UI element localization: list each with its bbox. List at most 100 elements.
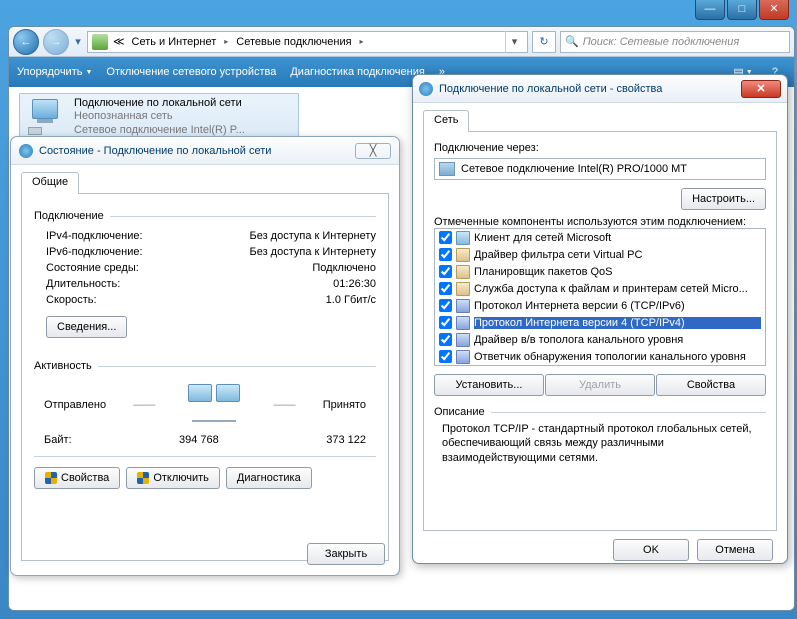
component-label: Ответчик обнаружения топологии канальног…: [474, 351, 761, 363]
breadcrumb-item-connections[interactable]: Сетевые подключения: [234, 36, 353, 48]
properties-titlebar[interactable]: Подключение по локальной сети - свойства…: [413, 75, 787, 103]
breadcrumb-dropdown[interactable]: ▾: [505, 31, 523, 53]
component-row[interactable]: Протокол Интернета версии 6 (TCP/IPv6): [435, 297, 765, 314]
maximize-icon: □: [739, 4, 746, 15]
group-connection-label: Подключение: [34, 210, 104, 222]
proto-icon: [456, 333, 470, 347]
diagnose-button[interactable]: Диагностика: [226, 467, 312, 489]
tab-general[interactable]: Общие: [21, 172, 79, 194]
organize-menu[interactable]: Упорядочить▼: [17, 66, 92, 78]
search-icon: 🔍: [565, 35, 579, 48]
component-checkbox[interactable]: [439, 231, 452, 244]
disable-device-button[interactable]: Отключение сетевого устройства: [106, 66, 276, 78]
adapter-field[interactable]: Сетевое подключение Intel(R) PRO/1000 MT: [434, 158, 766, 180]
components-list[interactable]: Клиент для сетей Microsoft Драйвер фильтр…: [434, 228, 766, 366]
received-label: Принято: [323, 399, 366, 411]
connect-via-label: Подключение через:: [434, 142, 766, 154]
speed-value: 1.0 Гбит/с: [326, 294, 376, 306]
close-icon: ╳: [370, 144, 377, 157]
close-icon: ✕: [756, 82, 765, 95]
status-close-button[interactable]: ╳: [355, 143, 391, 159]
component-label: Клиент для сетей Microsoft: [474, 232, 761, 244]
details-button[interactable]: Сведения...: [46, 316, 127, 338]
component-checkbox[interactable]: [439, 316, 452, 329]
status-titlebar[interactable]: Состояние - Подключение по локальной сет…: [11, 137, 399, 165]
speed-label: Скорость:: [46, 294, 97, 306]
properties-button[interactable]: Свойства: [34, 467, 120, 489]
component-row[interactable]: Клиент для сетей Microsoft: [435, 229, 765, 246]
connection-item[interactable]: Подключение по локальной сети Неопознанн…: [19, 93, 299, 141]
ok-button[interactable]: OK: [613, 539, 689, 561]
properties-dialog: Подключение по локальной сети - свойства…: [412, 74, 788, 564]
duration-label: Длительность:: [46, 278, 120, 290]
adapter-icon: [439, 162, 455, 176]
breadcrumb-chevron: ≪: [111, 35, 127, 48]
chevron-down-icon: ▾: [512, 35, 518, 48]
arrow-left-icon: ←: [21, 36, 32, 48]
nav-bar: ← → ▾ ≪ Сеть и Интернет ▸ Сетевые подклю…: [9, 27, 794, 57]
window-maximize-button[interactable]: □: [727, 0, 757, 20]
breadcrumb-item-network[interactable]: Сеть и Интернет: [130, 36, 219, 48]
proto-icon: [456, 316, 470, 330]
component-label: Протокол Интернета версии 4 (TCP/IPv4): [474, 317, 761, 329]
chevron-down-icon: ▼: [85, 69, 92, 76]
ipv4-value: Без доступа к Интернету: [249, 230, 376, 242]
component-row[interactable]: Протокол Интернета версии 4 (TCP/IPv4): [435, 314, 765, 331]
bytes-sent-value: 394 768: [179, 434, 219, 446]
configure-button[interactable]: Настроить...: [681, 188, 766, 210]
properties-close-button[interactable]: ✕: [741, 80, 781, 98]
component-row[interactable]: Ответчик обнаружения топологии канальног…: [435, 348, 765, 365]
svc-icon: [456, 282, 470, 296]
network-adapter-icon: [26, 97, 66, 137]
component-checkbox[interactable]: [439, 248, 452, 261]
component-row[interactable]: Драйвер в/в тополога канального уровня: [435, 331, 765, 348]
ipv6-value: Без доступа к Интернету: [249, 246, 376, 258]
component-row[interactable]: Планировщик пакетов QoS: [435, 263, 765, 280]
diagnose-button[interactable]: Диагностика подключения: [290, 66, 424, 78]
close-icon: ✕: [769, 4, 778, 15]
component-checkbox[interactable]: [439, 333, 452, 346]
nav-back-button[interactable]: ←: [13, 29, 39, 55]
description-text: Протокол TCP/IP - стандартный протокол г…: [434, 418, 766, 465]
shield-icon: [45, 472, 57, 484]
duration-value: 01:26:30: [333, 278, 376, 290]
install-button[interactable]: Установить...: [434, 374, 544, 396]
component-row[interactable]: Драйвер фильтра сети Virtual PC: [435, 246, 765, 263]
component-checkbox[interactable]: [439, 299, 452, 312]
adapter-name: Сетевое подключение Intel(R) PRO/1000 MT: [461, 163, 687, 175]
status-dialog: Состояние - Подключение по локальной сет…: [10, 136, 400, 576]
component-properties-button[interactable]: Свойства: [656, 374, 766, 396]
refresh-button[interactable]: ↻: [532, 31, 556, 53]
nav-forward-button[interactable]: →: [43, 29, 69, 55]
media-value: Подключено: [312, 262, 376, 274]
component-checkbox[interactable]: [439, 282, 452, 295]
properties-title: Подключение по локальной сети - свойства: [439, 83, 662, 95]
cancel-button[interactable]: Отмена: [697, 539, 773, 561]
proto-icon: [456, 299, 470, 313]
close-button[interactable]: Закрыть: [307, 543, 385, 565]
shield-icon: [137, 472, 149, 484]
search-input[interactable]: 🔍 Поиск: Сетевые подключения: [560, 31, 790, 53]
component-row[interactable]: Служба доступа к файлам и принтерам сете…: [435, 280, 765, 297]
component-checkbox[interactable]: [439, 265, 452, 278]
minimize-icon: —: [705, 4, 716, 15]
disable-button[interactable]: Отключить: [126, 467, 220, 489]
window-close-button[interactable]: ✕: [759, 0, 789, 20]
nav-history-dropdown[interactable]: ▾: [73, 31, 83, 53]
component-checkbox[interactable]: [439, 350, 452, 363]
components-label: Отмеченные компоненты используются этим …: [434, 216, 766, 228]
arrow-right-icon: →: [51, 36, 62, 48]
chevron-down-icon: ▾: [75, 35, 81, 48]
network-icon: [19, 144, 33, 158]
status-title: Состояние - Подключение по локальной сет…: [39, 145, 271, 157]
breadcrumb[interactable]: ≪ Сеть и Интернет ▸ Сетевые подключения …: [87, 31, 528, 53]
component-label: Драйвер фильтра сети Virtual PC: [474, 249, 761, 261]
mon-icon: [456, 231, 470, 245]
search-placeholder: Поиск: Сетевые подключения: [583, 36, 740, 48]
window-minimize-button[interactable]: —: [695, 0, 725, 20]
refresh-icon: ↻: [539, 35, 548, 48]
chevron-right-icon: ▸: [357, 37, 367, 46]
svc-icon: [456, 248, 470, 262]
tab-network[interactable]: Сеть: [423, 110, 469, 132]
connection-status: Неопознанная сеть: [74, 110, 245, 123]
